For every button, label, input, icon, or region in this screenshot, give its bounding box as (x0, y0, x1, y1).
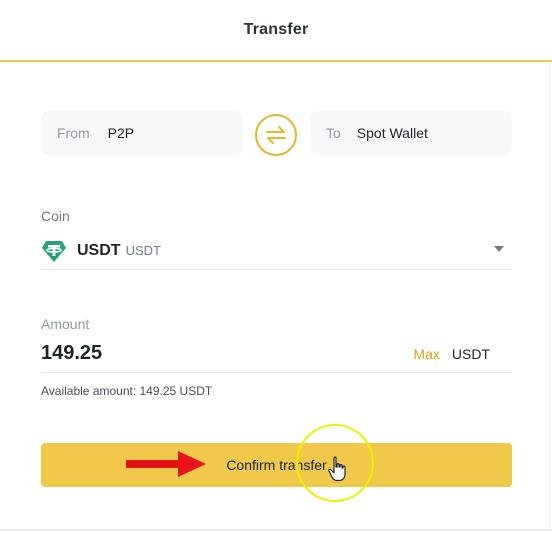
chevron-down-icon[interactable] (494, 246, 504, 252)
amount-input[interactable]: 149.25 Max USDT (41, 335, 512, 373)
coin-label: Coin (41, 208, 70, 224)
from-account-select[interactable]: From P2P (41, 111, 243, 155)
to-account-select[interactable]: To Spot Wallet (310, 111, 512, 155)
modal-bottom-border (0, 529, 552, 531)
from-value: P2P (107, 125, 135, 141)
available-amount: Available amount: 149.25 USDT (41, 384, 213, 398)
swap-arrows-icon (266, 126, 286, 144)
amount-value[interactable]: 149.25 (41, 342, 413, 365)
to-label: To (326, 125, 341, 141)
amount-unit: USDT (451, 345, 490, 362)
swap-direction-button[interactable] (255, 114, 297, 156)
coin-symbol: USDT (77, 241, 121, 259)
max-button[interactable]: Max (413, 346, 439, 362)
coin-name: USDT (125, 243, 161, 258)
tether-icon (42, 240, 66, 262)
red-arrow-annotation (126, 451, 206, 477)
hand-cursor-icon (328, 456, 346, 482)
modal-header: Transfer (0, 0, 552, 62)
from-label: From (57, 125, 90, 141)
to-value: Spot Wallet (356, 125, 428, 141)
confirm-transfer-button[interactable]: Confirm transfer (41, 443, 512, 487)
coin-select[interactable]: USDT USDT (41, 232, 512, 270)
modal-right-border (549, 62, 550, 532)
modal-title: Transfer (243, 21, 309, 38)
amount-label: Amount (41, 316, 90, 332)
